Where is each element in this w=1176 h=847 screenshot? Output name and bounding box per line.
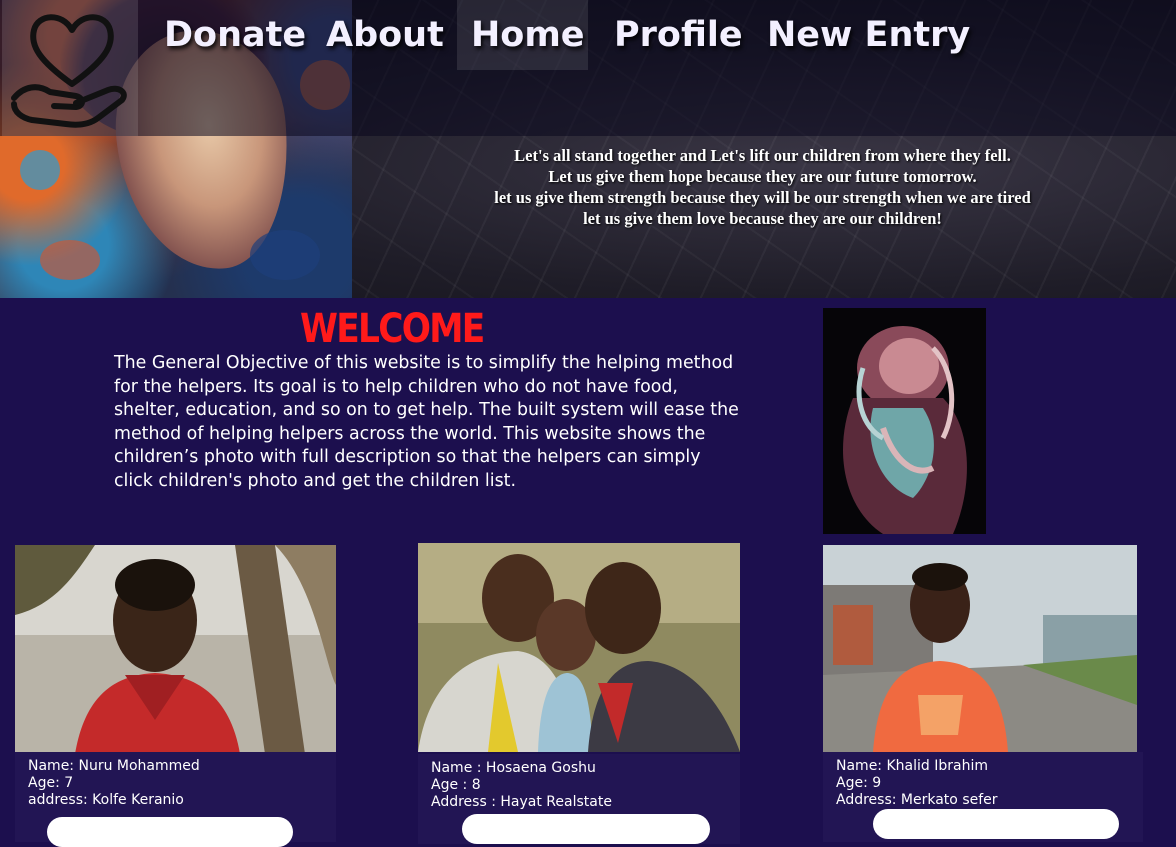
child-view-button[interactable] bbox=[462, 814, 710, 844]
nav-profile[interactable]: Profile bbox=[600, 0, 757, 70]
child-age: Age: 7 bbox=[28, 775, 74, 791]
child-photo[interactable] bbox=[823, 545, 1137, 752]
nav-about[interactable]: About bbox=[312, 0, 458, 70]
child-address: address: Kolfe Keranio bbox=[28, 792, 184, 808]
header-banner: Donate About Home Profile New Entry Let'… bbox=[0, 0, 1176, 298]
nav-new-entry[interactable]: New Entry bbox=[753, 0, 984, 70]
mother-child-artwork bbox=[823, 308, 986, 534]
child-photo[interactable] bbox=[15, 545, 336, 754]
child-view-button[interactable] bbox=[873, 809, 1119, 839]
welcome-title: Welcome bbox=[300, 306, 485, 352]
child-view-button[interactable] bbox=[47, 817, 293, 847]
quote-line: let us give them strength because they w… bbox=[494, 188, 1031, 207]
child-name: Name : Hosaena Goshu bbox=[431, 760, 596, 776]
quote-line: let us give them love because they are o… bbox=[583, 209, 942, 228]
logo[interactable] bbox=[2, 0, 138, 136]
child-name: Name: Nuru Mohammed bbox=[28, 758, 200, 774]
child-name: Name: Khalid Ibrahim bbox=[836, 758, 988, 774]
child-photo[interactable] bbox=[418, 543, 740, 752]
quote-line: Let's all stand together and Let's lift … bbox=[514, 146, 1011, 165]
welcome-description: The General Objective of this website is… bbox=[114, 353, 739, 491]
top-navigation: Donate About Home Profile New Entry bbox=[0, 0, 1176, 136]
heart-in-hand-icon bbox=[11, 14, 127, 128]
quote-line: Let us give them hope because they are o… bbox=[548, 167, 977, 186]
child-address: Address : Hayat Realstate bbox=[431, 794, 612, 810]
nav-home[interactable]: Home bbox=[457, 0, 588, 70]
child-age: Age : 8 bbox=[431, 777, 481, 793]
child-address: Address: Merkato sefer bbox=[836, 792, 998, 808]
child-age: Age: 9 bbox=[836, 775, 882, 791]
nav-donate[interactable]: Donate bbox=[150, 0, 320, 70]
banner-quote: Let's all stand together and Let's lift … bbox=[440, 145, 1085, 229]
